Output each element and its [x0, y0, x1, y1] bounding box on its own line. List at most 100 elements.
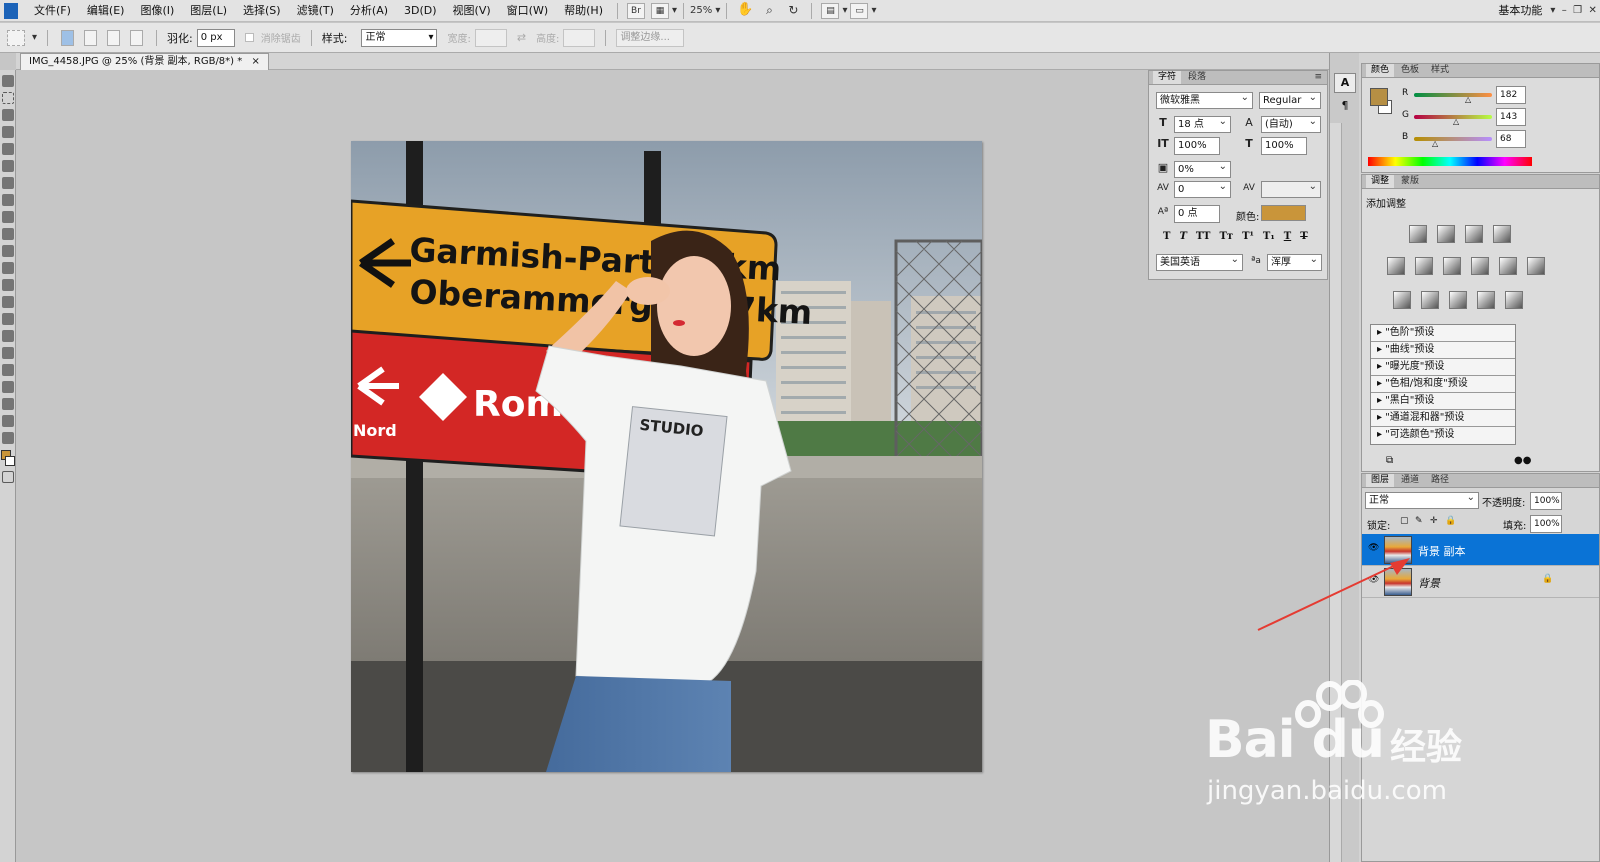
gradient-map-icon[interactable] — [1477, 291, 1495, 309]
toggle-visibility-icon[interactable]: ●● — [1514, 455, 1531, 466]
layer-name[interactable]: 背景 — [1418, 575, 1440, 591]
background-color-swatch[interactable] — [5, 456, 15, 466]
3d-rotate-tool-icon[interactable] — [2, 381, 14, 393]
hand-tool-icon[interactable] — [2, 415, 14, 427]
b-slider-thumb-icon[interactable]: △ — [1432, 139, 1438, 148]
panel-menu-icon[interactable]: ≡ — [1309, 71, 1327, 84]
workspace-switcher[interactable]: 基本功能 — [1490, 0, 1550, 22]
fill-input[interactable]: 100% — [1530, 515, 1562, 533]
color-balance-icon[interactable] — [1443, 257, 1461, 275]
tab-color[interactable]: 颜色 — [1366, 64, 1395, 77]
superscript-icon[interactable]: T¹ — [1242, 231, 1254, 242]
quick-mask-icon[interactable] — [2, 471, 14, 483]
brightness-contrast-icon[interactable] — [1409, 225, 1427, 243]
style-select[interactable]: 正常 ▾ — [361, 28, 438, 47]
eyedropper-tool-icon[interactable] — [2, 160, 14, 172]
quick-select-tool-icon[interactable] — [2, 126, 14, 138]
language-select[interactable]: 美国英语 — [1156, 254, 1243, 271]
width-input[interactable] — [474, 28, 507, 47]
g-value-input[interactable]: 143 — [1496, 108, 1526, 126]
crop-tool-icon[interactable] — [2, 143, 14, 155]
zoom-dropdown-icon[interactable]: ▾ — [712, 5, 720, 16]
feather-input[interactable]: 0 px — [196, 28, 235, 47]
pen-tool-icon[interactable] — [2, 313, 14, 325]
new-selection-icon[interactable] — [61, 29, 75, 46]
dropdown-arrow-icon[interactable]: ▾ — [871, 5, 876, 16]
marquee-tool-icon[interactable] — [2, 92, 14, 104]
arrange-documents-icon[interactable]: ▤ — [821, 2, 840, 19]
antialias-select[interactable]: 浑厚 — [1267, 254, 1322, 271]
small-caps-icon[interactable]: Tт — [1219, 231, 1233, 242]
font-size-select[interactable]: 18 点 — [1174, 116, 1231, 133]
menu-filter[interactable]: 滤镜(T) — [289, 0, 342, 22]
all-caps-icon[interactable]: TT — [1196, 231, 1211, 242]
subscript-icon[interactable]: T₁ — [1263, 231, 1275, 242]
menu-file[interactable]: 文件(F) — [26, 0, 79, 22]
font-family-select[interactable]: 微软雅黑 — [1156, 92, 1253, 109]
leading-select[interactable]: (自动) — [1261, 116, 1321, 133]
dodge-tool-icon[interactable] — [2, 296, 14, 308]
text-color-swatch[interactable] — [1261, 205, 1306, 221]
tab-styles[interactable]: 样式 — [1426, 64, 1454, 77]
dropdown-arrow-icon[interactable]: ▾ — [32, 32, 37, 43]
r-slider[interactable] — [1414, 93, 1492, 97]
clip-to-layer-icon[interactable]: ⧉ — [1386, 455, 1393, 466]
menu-select[interactable]: 选择(S) — [235, 0, 289, 22]
tab-paragraph[interactable]: 段落 — [1183, 71, 1211, 84]
zoom-level[interactable]: 25% — [690, 5, 712, 16]
dropdown-arrow-icon[interactable]: ▾ — [842, 5, 847, 16]
vertical-scale-input[interactable]: 100% — [1174, 137, 1220, 155]
zoom-tool-icon[interactable]: ⌕ — [760, 3, 778, 19]
height-input[interactable] — [563, 28, 596, 47]
path-select-tool-icon[interactable] — [2, 347, 14, 359]
marquee-preset-icon[interactable] — [7, 29, 25, 46]
color-spectrum-bar[interactable] — [1368, 157, 1532, 166]
screen-mode-icon[interactable]: ▭ — [850, 2, 869, 19]
visibility-eye-icon[interactable]: 👁 — [1368, 543, 1379, 553]
mini-bridge-icon[interactable]: ▦ — [650, 2, 669, 19]
strikethrough-icon[interactable]: T — [1300, 231, 1307, 242]
b-slider[interactable] — [1414, 137, 1492, 141]
minimize-icon[interactable]: – — [1562, 5, 1573, 16]
tab-layers[interactable]: 图层 — [1366, 474, 1395, 487]
lasso-tool-icon[interactable] — [2, 109, 14, 121]
menu-view[interactable]: 视图(V) — [445, 0, 499, 22]
workspace-dropdown-icon[interactable]: ▾ — [1550, 5, 1561, 16]
3d-camera-tool-icon[interactable] — [2, 398, 14, 410]
layer-name[interactable]: 背景 副本 — [1418, 543, 1466, 559]
canvas-scrollbar[interactable] — [1330, 123, 1342, 862]
tab-masks[interactable]: 蒙版 — [1396, 175, 1424, 188]
lock-transparency-icon[interactable]: ▢ — [1400, 516, 1409, 526]
preset-black-white[interactable]: ▸ "黑白"预设 — [1371, 393, 1515, 410]
dropdown-arrow-icon[interactable]: ▾ — [672, 5, 677, 16]
preset-channel-mixer[interactable]: ▸ "通道混和器"预设 — [1371, 410, 1515, 427]
type-tool-icon[interactable] — [2, 330, 14, 342]
menu-image[interactable]: 图像(I) — [132, 0, 182, 22]
channel-mixer-icon[interactable] — [1527, 257, 1545, 275]
tsume-select[interactable]: 0% — [1174, 161, 1231, 178]
posterize-icon[interactable] — [1421, 291, 1439, 309]
close-icon[interactable]: ✕ — [1588, 5, 1600, 16]
blur-tool-icon[interactable] — [2, 279, 14, 291]
horizontal-scale-input[interactable]: 100% — [1261, 137, 1307, 155]
bridge-button[interactable]: Br — [626, 2, 645, 19]
hand-tool-icon[interactable]: ✋ — [736, 2, 754, 19]
opacity-input[interactable]: 100% — [1530, 492, 1562, 510]
restore-icon[interactable]: ❐ — [1573, 5, 1588, 16]
clone-stamp-tool-icon[interactable] — [2, 211, 14, 223]
history-brush-tool-icon[interactable] — [2, 228, 14, 240]
close-tab-icon[interactable]: × — [251, 56, 259, 67]
healing-brush-tool-icon[interactable] — [2, 177, 14, 189]
curves-icon[interactable] — [1465, 225, 1483, 243]
menu-window[interactable]: 窗口(W) — [499, 0, 556, 22]
shape-tool-icon[interactable] — [2, 364, 14, 376]
add-selection-icon[interactable] — [84, 29, 98, 46]
g-slider-thumb-icon[interactable]: △ — [1453, 117, 1459, 126]
rotate-view-icon[interactable]: ↻ — [784, 3, 802, 19]
character-panel-icon[interactable]: A — [1334, 73, 1356, 93]
underline-icon[interactable]: T — [1284, 231, 1291, 242]
eraser-tool-icon[interactable] — [2, 245, 14, 257]
baseline-shift-input[interactable]: 0 点 — [1174, 205, 1220, 223]
preset-hue-saturation[interactable]: ▸ "色相/饱和度"预设 — [1371, 376, 1515, 393]
invert-icon[interactable] — [1393, 291, 1411, 309]
